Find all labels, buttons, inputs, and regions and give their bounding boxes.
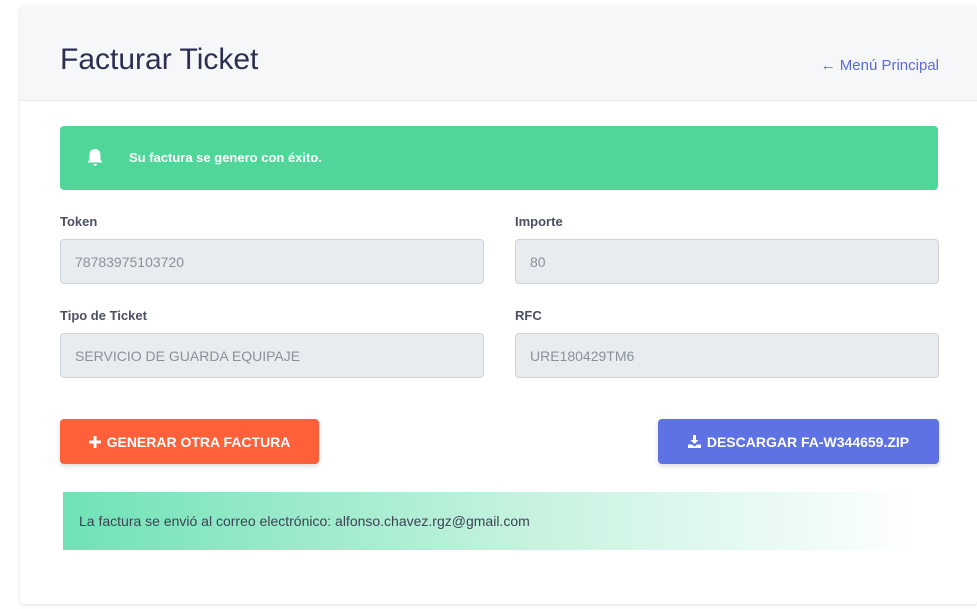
importe-field[interactable] — [515, 239, 939, 284]
success-alert-text: Su factura se genero con éxito. — [129, 150, 322, 165]
invoice-card: Facturar Ticket ← Menú Principal Su fact… — [20, 6, 977, 604]
bell-icon — [87, 149, 103, 166]
success-alert: Su factura se genero con éxito. — [60, 126, 938, 190]
download-zip-label: DESCARGAR FA-W344659.ZIP — [706, 433, 910, 450]
page: Facturar Ticket ← Menú Principal Su fact… — [0, 0, 977, 609]
token-label: Token — [60, 214, 98, 229]
ticket-type-label: Tipo de Ticket — [60, 308, 147, 323]
email-sent-banner: La factura se envió al correo electrónic… — [63, 492, 923, 550]
rfc-label: RFC — [515, 308, 542, 323]
arrow-left-icon: ← — [820, 57, 836, 74]
main-menu-link-label: Menú Principal — [839, 57, 939, 74]
rfc-field[interactable] — [515, 333, 939, 378]
generate-another-invoice-button[interactable]: GENERAR OTRA FACTURA — [60, 419, 319, 464]
plus-icon — [88, 435, 101, 448]
importe-label: Importe — [515, 214, 563, 229]
generate-another-invoice-label: GENERAR OTRA FACTURA — [106, 433, 291, 450]
download-zip-button[interactable]: DESCARGAR FA-W344659.ZIP — [658, 419, 939, 464]
page-title: Facturar Ticket — [60, 43, 259, 76]
email-sent-text: La factura se envió al correo electrónic… — [79, 513, 530, 529]
ticket-type-field[interactable] — [60, 333, 484, 378]
token-field[interactable] — [60, 239, 484, 284]
main-menu-link[interactable]: ← Menú Principal — [821, 57, 939, 74]
download-icon — [687, 435, 701, 448]
card-header: Facturar Ticket ← Menú Principal — [20, 6, 977, 101]
